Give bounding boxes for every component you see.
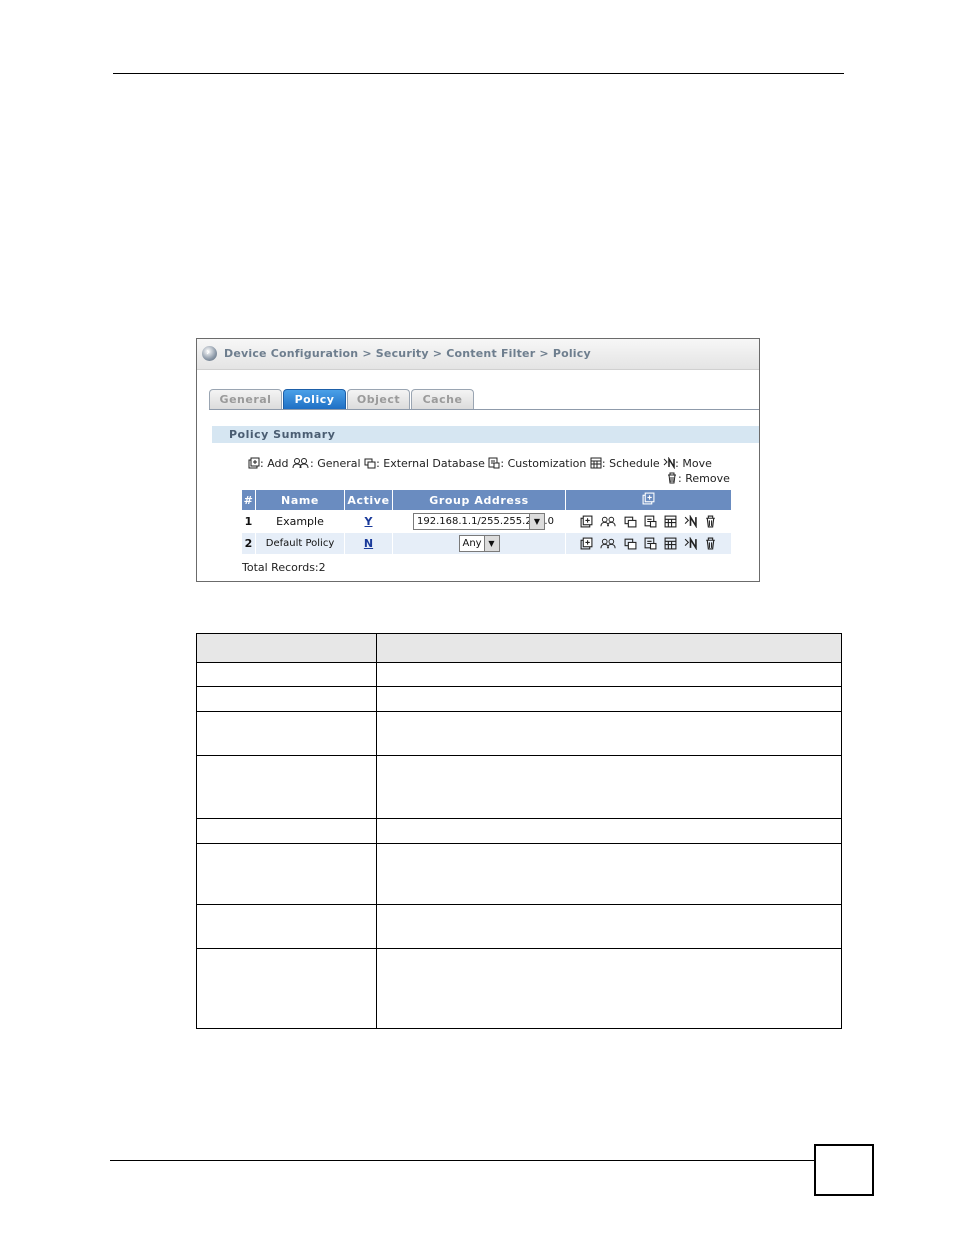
table-row: 1 Example Y 192.168.1.1/255.255.255.0 ▼: [242, 511, 731, 532]
tab-general[interactable]: General: [209, 389, 282, 409]
total-records: Total Records:2: [242, 561, 326, 574]
table-row: [197, 843, 841, 844]
table-row: [197, 818, 841, 819]
move-icon[interactable]: [684, 515, 697, 528]
legend-customization: : Customization: [500, 457, 587, 470]
remove-icon: [668, 472, 676, 484]
row-active-cell: Y: [345, 511, 392, 532]
description-table: [196, 633, 842, 1029]
column-divider: [376, 634, 377, 1028]
breadcrumb-bar: › Device Configuration > Security > Cont…: [197, 339, 759, 370]
breadcrumb: Device Configuration > Security > Conten…: [224, 347, 591, 360]
schedule-icon[interactable]: [664, 515, 677, 528]
move-icon: [663, 457, 675, 469]
tab-divider: [209, 409, 759, 410]
group-address-value: Any: [462, 538, 482, 549]
row-group-address-cell: Any ▼: [393, 533, 565, 554]
add-icon[interactable]: [580, 537, 593, 550]
schedule-icon: [590, 457, 602, 469]
row-actions: [566, 533, 731, 554]
external-database-icon[interactable]: [624, 515, 637, 528]
row-name: Example: [256, 511, 344, 532]
legend-row-2: : Remove: [666, 472, 730, 485]
general-icon: [292, 458, 309, 469]
table-row: [197, 755, 841, 756]
row-name: Default Policy: [256, 533, 344, 554]
group-address-select[interactable]: 192.168.1.1/255.255.255.0 ▼: [413, 513, 554, 530]
row-active-cell: N: [345, 533, 392, 554]
general-icon[interactable]: [600, 515, 617, 528]
external-database-icon: [364, 458, 376, 469]
table-row: [197, 948, 841, 949]
customization-icon[interactable]: [644, 515, 657, 528]
header-active: Active: [345, 490, 392, 510]
table-header-row: # Name Active Group Address: [242, 490, 731, 510]
tab-object[interactable]: Object: [347, 389, 410, 409]
policy-table: # Name Active Group Address 1 Example Y …: [241, 489, 732, 555]
legend-row: : Add : General : External Database : Cu…: [248, 457, 712, 470]
active-toggle-link[interactable]: N: [364, 537, 373, 550]
legend-move: : Move: [675, 457, 712, 470]
table-row: [197, 711, 841, 712]
row-number: 2: [242, 533, 255, 554]
footer-rule: [110, 1160, 814, 1161]
legend-add: : Add: [260, 457, 289, 470]
table-row: [197, 904, 841, 905]
external-database-icon[interactable]: [624, 537, 637, 550]
add-icon: [248, 457, 260, 469]
header-name: Name: [256, 490, 344, 510]
add-icon[interactable]: [580, 515, 593, 528]
header-num: #: [242, 490, 255, 510]
add-icon[interactable]: [642, 492, 655, 505]
row-actions: [566, 511, 731, 532]
section-title: Policy Summary: [229, 428, 336, 441]
header-rule: [113, 73, 844, 74]
arrow-circle-icon: ›: [202, 346, 217, 361]
description-table-header: [197, 634, 841, 662]
row-group-address-cell: 192.168.1.1/255.255.255.0 ▼: [393, 511, 565, 532]
header-group-address: Group Address: [393, 490, 565, 510]
group-address-select[interactable]: Any ▼: [458, 535, 500, 552]
dropdown-arrow-icon[interactable]: ▼: [529, 514, 544, 529]
page-number-box: [814, 1144, 874, 1196]
header-add[interactable]: [566, 490, 731, 510]
section-bar: Policy Summary: [212, 426, 759, 443]
dropdown-arrow-icon[interactable]: ▼: [483, 536, 499, 551]
table-row: [197, 686, 841, 687]
schedule-icon[interactable]: [664, 537, 677, 550]
legend-schedule: : Schedule: [601, 457, 660, 470]
general-icon[interactable]: [600, 537, 617, 550]
table-row: [197, 662, 841, 663]
table-row: 2 Default Policy N Any ▼: [242, 533, 731, 554]
tab-policy[interactable]: Policy: [283, 389, 346, 409]
tab-cache[interactable]: Cache: [411, 389, 474, 409]
remove-icon[interactable]: [704, 537, 717, 550]
customization-icon: [488, 457, 500, 469]
legend-general: : General: [310, 457, 361, 470]
row-number: 1: [242, 511, 255, 532]
move-icon[interactable]: [684, 537, 697, 550]
customization-icon[interactable]: [644, 537, 657, 550]
screenshot-frame: › Device Configuration > Security > Cont…: [196, 338, 760, 582]
active-toggle-link[interactable]: Y: [365, 515, 373, 528]
remove-icon[interactable]: [704, 515, 717, 528]
legend-external-database: : External Database: [376, 457, 485, 470]
legend-remove: : Remove: [678, 472, 730, 485]
